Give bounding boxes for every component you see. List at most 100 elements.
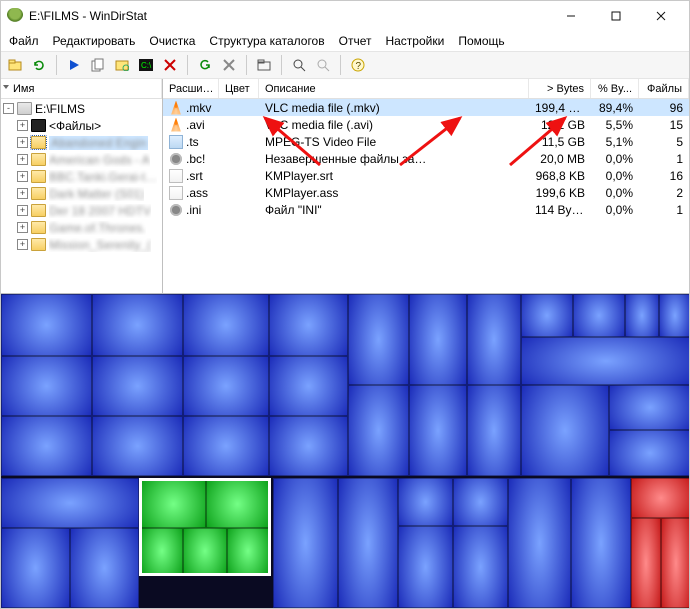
treemap-block[interactable] <box>1 528 70 608</box>
treemap-block[interactable] <box>609 430 689 476</box>
treemap-block[interactable] <box>70 528 139 608</box>
treemap-block[interactable] <box>467 385 521 476</box>
menu-edit[interactable]: Редактировать <box>53 34 136 48</box>
play-icon[interactable] <box>64 55 84 75</box>
treemap-block[interactable] <box>521 337 689 385</box>
treemap-block[interactable] <box>183 356 269 416</box>
treemap-block[interactable] <box>92 294 183 356</box>
expander-icon[interactable]: + <box>17 188 28 199</box>
treemap-block[interactable] <box>508 478 571 608</box>
tree-item[interactable]: +BBC.Tanki.Gerai-t… <box>1 168 162 185</box>
tree-header[interactable]: Имя <box>1 79 162 99</box>
treemap-block[interactable] <box>1 416 92 476</box>
tree-item[interactable]: +Mission_Serenity_( <box>1 236 162 253</box>
menu-options[interactable]: Настройки <box>385 34 444 48</box>
stop-icon[interactable] <box>219 55 239 75</box>
treemap-block[interactable] <box>661 518 689 608</box>
ext-row[interactable]: .tsMPEG-TS Video File11,5 GB5,1%5 <box>163 133 689 150</box>
treemap-block[interactable] <box>409 294 467 385</box>
treemap-block[interactable] <box>453 526 508 608</box>
treemap-block[interactable] <box>338 478 398 608</box>
treemap-block[interactable] <box>521 294 573 337</box>
treemap-block[interactable] <box>467 294 521 385</box>
treemap[interactable] <box>1 294 689 608</box>
treemap-block[interactable] <box>269 356 348 416</box>
folder-icon[interactable] <box>254 55 274 75</box>
treemap-block[interactable] <box>409 385 467 476</box>
expander-icon[interactable]: + <box>17 137 28 148</box>
close-button[interactable] <box>638 2 683 30</box>
treemap-block[interactable] <box>625 294 659 337</box>
treemap-block[interactable] <box>1 356 92 416</box>
treemap-block[interactable] <box>206 480 269 528</box>
expander-icon[interactable]: + <box>17 222 28 233</box>
expander-icon[interactable]: - <box>3 103 14 114</box>
treemap-block[interactable] <box>348 385 409 476</box>
treemap-block[interactable] <box>183 528 227 574</box>
ext-row[interactable]: .bc!Незавершенные файлы за…20,0 MB0,0%1 <box>163 150 689 167</box>
treemap-block[interactable] <box>227 528 269 574</box>
tree-body[interactable]: -E:\FILMS+<Файлы>+Abandoned Engin+Americ… <box>1 99 162 293</box>
delete-icon[interactable] <box>160 55 180 75</box>
hdr-ext[interactable]: Расши… <box>163 79 219 98</box>
menu-file[interactable]: Файл <box>9 34 39 48</box>
treemap-block[interactable] <box>183 294 269 356</box>
treemap-block[interactable] <box>453 478 508 526</box>
ext-row[interactable]: .aviVLC media file (.avi)12,2 GB5,5%15 <box>163 116 689 133</box>
open-icon[interactable] <box>5 55 25 75</box>
hdr-color[interactable]: Цвет <box>219 79 259 98</box>
ext-row[interactable]: .mkvVLC media file (.mkv)199,4 GB89,4%96 <box>163 99 689 116</box>
treemap-block[interactable] <box>573 294 625 337</box>
ext-row[interactable]: .iniФайл "INI"114 Byt…0,0%1 <box>163 201 689 218</box>
copy-icon[interactable] <box>88 55 108 75</box>
tree-item[interactable]: -E:\FILMS <box>1 100 162 117</box>
zoom-icon[interactable] <box>289 55 309 75</box>
treemap-block[interactable] <box>141 528 183 574</box>
tree-item[interactable]: +American Gods - A <box>1 151 162 168</box>
treemap-block[interactable] <box>269 416 348 476</box>
tree-item[interactable]: +Game.of.Thrones. <box>1 219 162 236</box>
treemap-block[interactable] <box>141 480 206 528</box>
hdr-desc[interactable]: Описание <box>259 79 529 98</box>
menu-help[interactable]: Помощь <box>458 34 504 48</box>
menu-report[interactable]: Отчет <box>339 34 372 48</box>
menu-tree[interactable]: Структура каталогов <box>209 34 324 48</box>
treemap-block[interactable] <box>571 478 631 608</box>
treemap-block[interactable] <box>269 294 348 356</box>
treemap-block[interactable] <box>183 416 269 476</box>
treemap-block[interactable] <box>1 294 92 356</box>
treemap-block[interactable] <box>631 518 661 608</box>
ext-row[interactable]: .assKMPlayer.ass199,6 KB0,0%2 <box>163 184 689 201</box>
explorer-icon[interactable] <box>112 55 132 75</box>
treemap-block[interactable] <box>609 385 689 430</box>
treemap-block[interactable] <box>398 478 453 526</box>
treemap-block[interactable] <box>398 526 453 608</box>
hdr-files[interactable]: Файлы <box>639 79 689 98</box>
tree-item[interactable]: +Abandoned Engin <box>1 134 162 151</box>
hdr-bytes[interactable]: > Bytes <box>529 79 591 98</box>
treemap-block[interactable] <box>521 385 609 476</box>
hdr-pc[interactable]: % By... <box>591 79 639 98</box>
treemap-block[interactable] <box>92 416 183 476</box>
tree-item[interactable]: +Dark Matter (S01) <box>1 185 162 202</box>
minimize-button[interactable] <box>548 2 593 30</box>
treemap-block[interactable] <box>659 294 689 337</box>
cmd-icon[interactable]: C:\ <box>136 55 156 75</box>
expander-icon[interactable]: + <box>17 171 28 182</box>
treemap-block[interactable] <box>1 478 139 528</box>
expander-icon[interactable]: + <box>17 154 28 165</box>
expander-icon[interactable]: + <box>17 120 28 131</box>
refresh2-icon[interactable] <box>195 55 215 75</box>
treemap-block[interactable] <box>631 478 689 518</box>
menu-cleanup[interactable]: Очистка <box>149 34 195 48</box>
treemap-block[interactable] <box>92 356 183 416</box>
treemap-block[interactable] <box>348 294 409 385</box>
ext-list-header[interactable]: Расши… Цвет Описание > Bytes % By... Фай… <box>163 79 689 99</box>
tree-item[interactable]: +Der 18 2007 HDTV <box>1 202 162 219</box>
expander-icon[interactable]: + <box>17 239 28 250</box>
maximize-button[interactable] <box>593 2 638 30</box>
tree-item[interactable]: +<Файлы> <box>1 117 162 134</box>
expander-icon[interactable]: + <box>17 205 28 216</box>
zoom-out-icon[interactable] <box>313 55 333 75</box>
ext-list-body[interactable]: .mkvVLC media file (.mkv)199,4 GB89,4%96… <box>163 99 689 293</box>
